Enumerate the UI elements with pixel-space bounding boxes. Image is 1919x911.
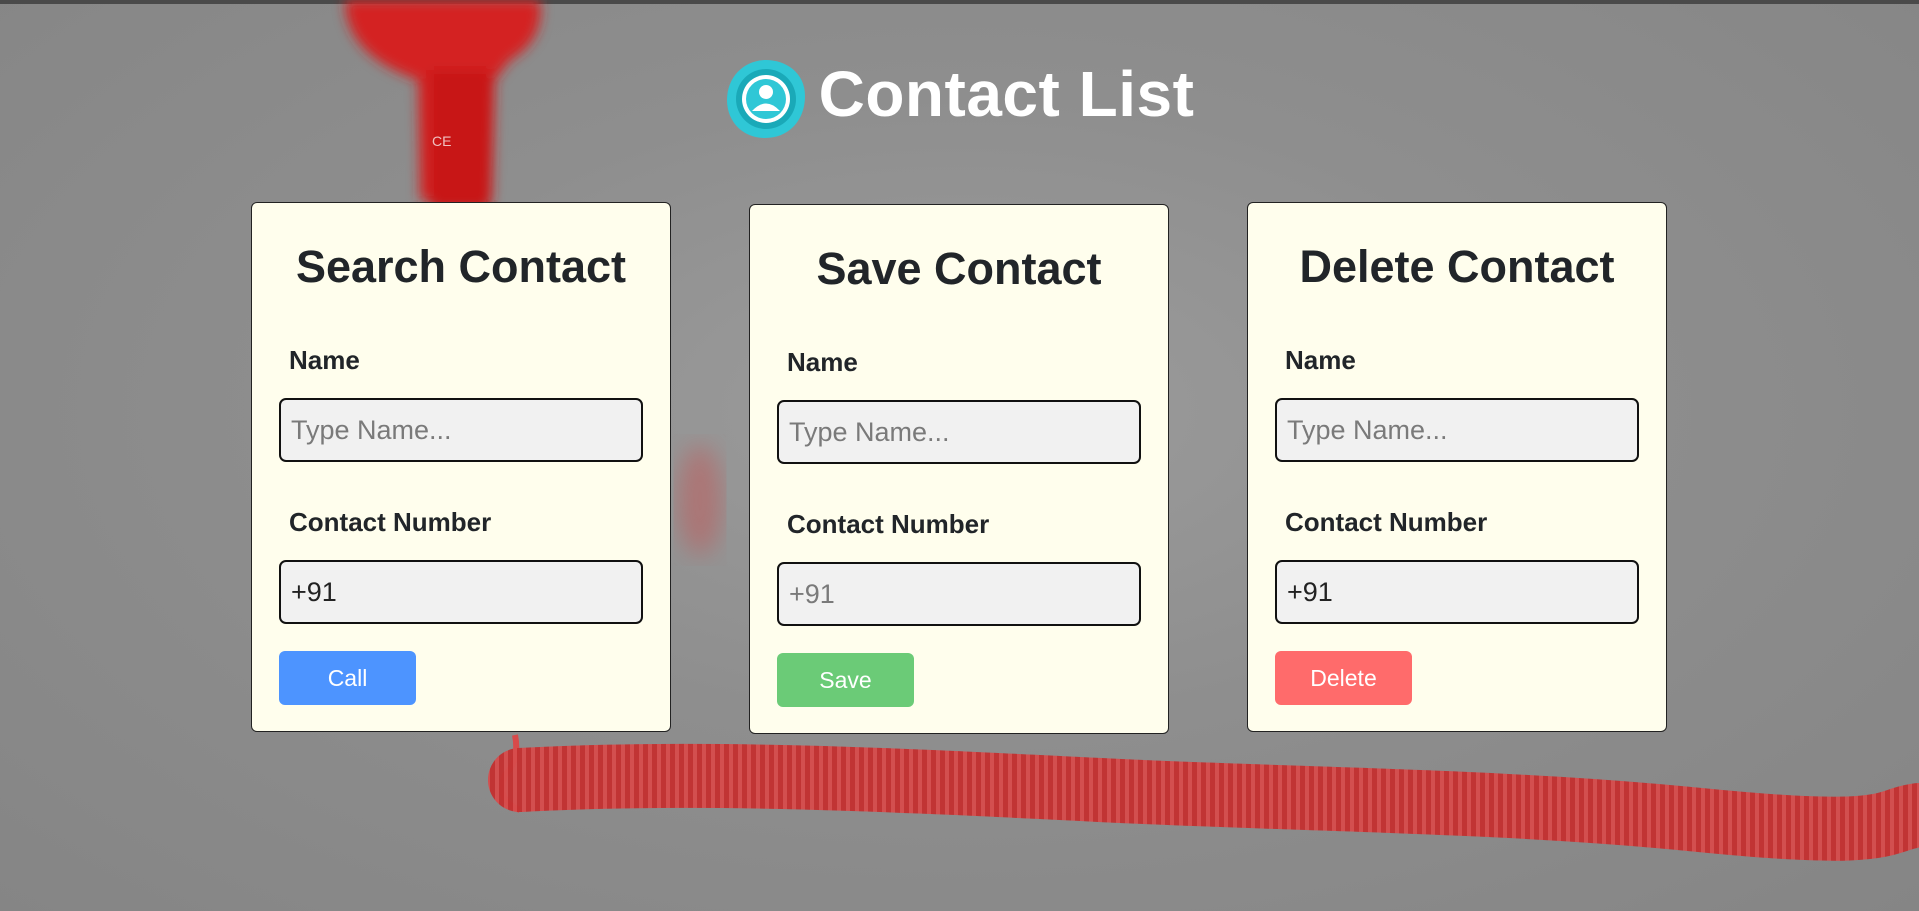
search-number-label: Contact Number: [289, 507, 492, 537]
delete-number-input[interactable]: [1275, 560, 1639, 624]
search-card-title: Search Contact: [295, 241, 627, 292]
save-name-label: Name: [787, 347, 858, 377]
search-name-label: Name: [289, 345, 360, 375]
search-number-input[interactable]: [279, 560, 643, 624]
save-button[interactable]: Save: [777, 653, 914, 707]
page-title: Contact List: [818, 58, 1195, 130]
save-number-label: Contact Number: [787, 509, 990, 539]
search-contact-card: Search Contact Name Contact Number Call: [251, 202, 671, 732]
window-top-strip: [0, 0, 1919, 4]
delete-card-title: Delete Contact: [1299, 241, 1615, 292]
delete-name-input[interactable]: [1275, 398, 1639, 462]
delete-name-label: Name: [1285, 345, 1356, 375]
delete-button[interactable]: Delete: [1275, 651, 1412, 705]
delete-number-label: Contact Number: [1285, 507, 1488, 537]
delete-contact-card: Delete Contact Name Contact Number Delet…: [1247, 202, 1667, 732]
save-contact-card: Save Contact Name Contact Number Save: [749, 204, 1169, 734]
contact-user-icon: [726, 60, 805, 138]
call-button[interactable]: Call: [279, 651, 416, 705]
search-name-input[interactable]: [279, 398, 643, 462]
page-header: Contact List: [0, 44, 1919, 144]
save-card-title: Save Contact: [816, 243, 1102, 294]
save-name-input[interactable]: [777, 400, 1141, 464]
save-number-input[interactable]: [777, 562, 1141, 626]
